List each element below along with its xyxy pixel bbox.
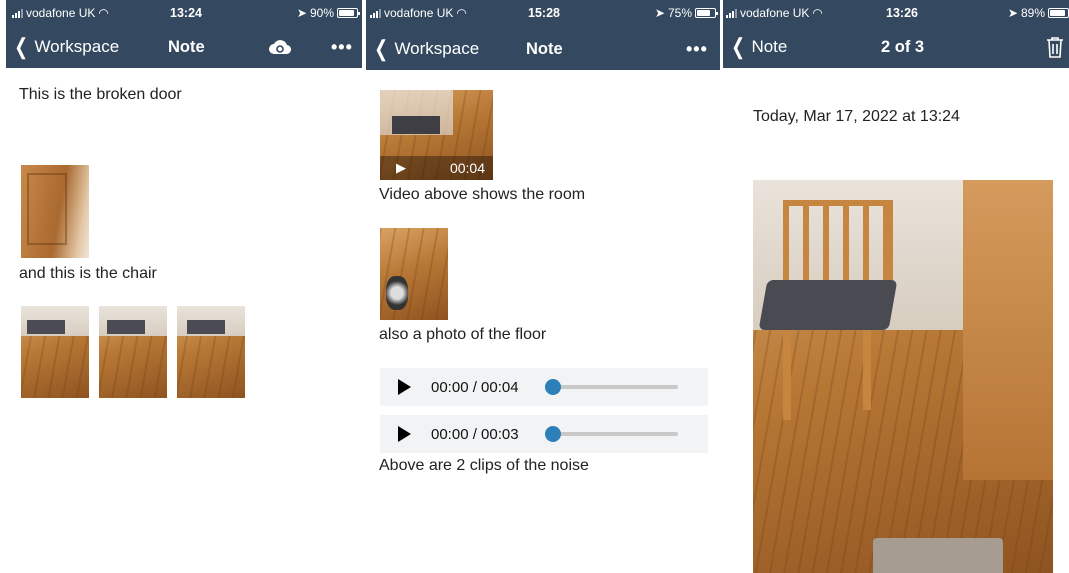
battery-percent: 89% [1020,6,1045,20]
back-label: Workspace [394,39,480,58]
status-bar: vodafone UK ◠ 13:26 ➤ 89% [723,0,1069,26]
chair-photo-thumbnail-2[interactable] [99,306,167,398]
more-icon[interactable]: ••• [331,37,353,58]
chair-photo-thumbnail-3[interactable] [177,306,245,398]
carrier: vodafone UK ◠ [370,6,467,20]
carrier-name: vodafone UK [740,6,810,20]
nav-bar: ❮ Workspace Note ••• [366,32,720,66]
note-text-door: This is the broken door [19,86,182,103]
battery-icon [337,8,360,18]
door-photo-thumbnail[interactable] [21,165,89,258]
nav-bar: ❮ Workspace Note ••• [6,30,362,64]
audio-seek-handle[interactable] [545,379,561,395]
more-icon[interactable]: ••• [686,39,708,60]
note-text-noise: Above are 2 clips of the noise [379,457,589,474]
chevron-left-icon: ❮ [374,36,389,61]
battery-percent: 90% [309,6,334,20]
chevron-left-icon: ❮ [731,34,746,59]
room-video-thumbnail[interactable]: ▶ 00:04 [380,90,493,180]
nav-bar: ❮ Note 2 of 3 [723,30,1069,64]
signal-icon [12,8,23,18]
play-icon[interactable]: ▶ [396,160,406,176]
back-label: Workspace [34,37,120,56]
status-bar: vodafone UK ◠ 15:28 ➤ 75% [366,0,720,26]
screen-photo-viewer: vodafone UK ◠ 13:26 ➤ 89% ❮ Note 2 of 3 … [723,0,1069,573]
nav-title: Note [168,37,205,56]
location-icon: ➤ [654,6,665,20]
chevron-left-icon: ❮ [14,34,29,59]
play-icon[interactable] [398,426,411,442]
carrier: vodafone UK ◠ [726,6,823,20]
status-right: ➤ 90% [296,6,360,20]
audio-seek-track[interactable] [552,385,678,389]
status-right: ➤ 75% [654,6,718,20]
note-text-chair: and this is the chair [19,265,157,282]
trash-icon[interactable] [1045,36,1065,58]
clock: 13:24 [170,6,202,20]
back-button[interactable]: ❮ Note [729,36,787,58]
back-button[interactable]: ❮ Workspace [12,36,119,58]
note-text-floor: also a photo of the floor [379,326,547,343]
play-icon[interactable] [398,379,411,395]
signal-icon [726,8,737,18]
battery-percent: 75% [667,6,692,20]
top-bar: vodafone UK ◠ 15:28 ➤ 75% ❮ Workspace No… [366,0,720,70]
status-right: ➤ 89% [1008,6,1069,20]
video-controls: ▶ 00:04 [380,156,493,180]
audio-seek-handle[interactable] [545,426,561,442]
audio-player-1: 00:00 / 00:04 [380,368,708,406]
carrier: vodafone UK ◠ [12,6,109,20]
battery-icon [695,8,718,18]
signal-icon [370,8,381,18]
note-text-video: Video above shows the room [379,186,586,203]
screen-note-2: vodafone UK ◠ 15:28 ➤ 75% ❮ Workspace No… [366,0,720,573]
wifi-icon: ◠ [98,6,109,20]
cloud-sync-icon[interactable] [269,39,291,55]
screen-note-1: vodafone UK ◠ 13:24 ➤ 90% ❮ Workspace No… [6,0,362,573]
floor-photo-thumbnail[interactable] [380,228,448,320]
audio-time: 00:00 / 00:03 [431,425,519,443]
nav-title: Note [526,39,563,58]
clock: 15:28 [528,6,560,20]
location-icon: ➤ [296,6,307,20]
wifi-icon: ◠ [812,6,823,20]
chair-photo-thumbnail-1[interactable] [21,306,89,398]
back-button[interactable]: ❮ Workspace [372,38,479,60]
audio-seek-track[interactable] [552,432,678,436]
wifi-icon: ◠ [456,6,467,20]
audio-time: 00:00 / 00:04 [431,378,519,396]
chair-photo-full[interactable] [753,180,1053,573]
audio-player-2: 00:00 / 00:03 [380,415,708,453]
carrier-name: vodafone UK [26,6,96,20]
top-bar: vodafone UK ◠ 13:24 ➤ 90% ❮ Workspace No… [6,0,362,68]
back-label: Note [751,37,788,56]
video-duration: 00:04 [449,160,485,176]
nav-title: 2 of 3 [881,37,925,56]
status-bar: vodafone UK ◠ 13:24 ➤ 90% [6,0,362,26]
top-bar: vodafone UK ◠ 13:26 ➤ 89% ❮ Note 2 of 3 [723,0,1069,68]
location-icon: ➤ [1007,6,1018,20]
clock: 13:26 [886,6,918,20]
battery-icon [1048,8,1069,18]
carrier-name: vodafone UK [384,6,454,20]
photo-date: Today, Mar 17, 2022 at 13:24 [753,108,960,125]
